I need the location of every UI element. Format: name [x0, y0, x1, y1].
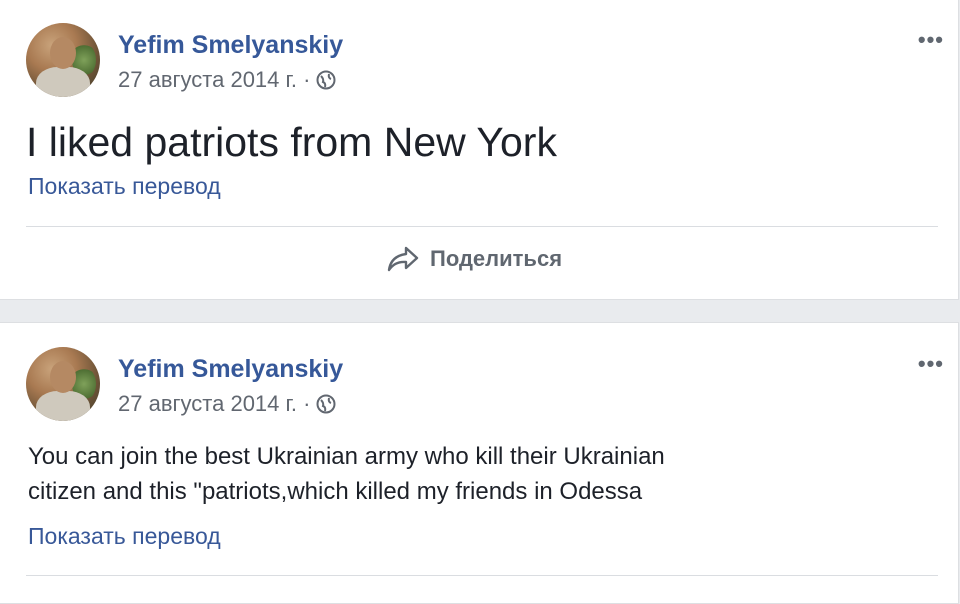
- post-meta: 27 августа 2014 г. ·: [118, 391, 336, 417]
- post-text: I liked patriots from New York: [26, 119, 557, 165]
- more-options-icon[interactable]: •••: [918, 351, 944, 377]
- globe-icon: [316, 70, 336, 90]
- more-options-icon[interactable]: •••: [918, 27, 944, 53]
- share-icon: [387, 246, 419, 272]
- share-button[interactable]: Поделиться: [386, 245, 562, 273]
- globe-icon: [316, 394, 336, 414]
- post-card-2: Yefim Smelyanskiy 27 августа 2014 г. · •…: [0, 322, 959, 604]
- author-name[interactable]: Yefim Smelyanskiy: [118, 355, 343, 384]
- share-label: Поделиться: [430, 246, 563, 271]
- avatar[interactable]: [26, 23, 100, 97]
- post-card-1: Yefim Smelyanskiy 27 августа 2014 г. · •…: [0, 0, 959, 300]
- post-text-line-1: You can join the best Ukrainian army who…: [28, 443, 665, 470]
- post-date[interactable]: 27 августа 2014 г. ·: [118, 67, 310, 93]
- divider: [26, 226, 938, 227]
- author-name[interactable]: Yefim Smelyanskiy: [118, 31, 343, 60]
- divider: [26, 575, 938, 576]
- post-meta: 27 августа 2014 г. ·: [118, 67, 336, 93]
- post-text-line-2: citizen and this "patriots,which killed …: [28, 478, 643, 505]
- show-translation-link[interactable]: Показать перевод: [28, 173, 221, 200]
- post-date[interactable]: 27 августа 2014 г. ·: [118, 391, 310, 417]
- show-translation-link[interactable]: Показать перевод: [28, 523, 221, 550]
- avatar[interactable]: [26, 347, 100, 421]
